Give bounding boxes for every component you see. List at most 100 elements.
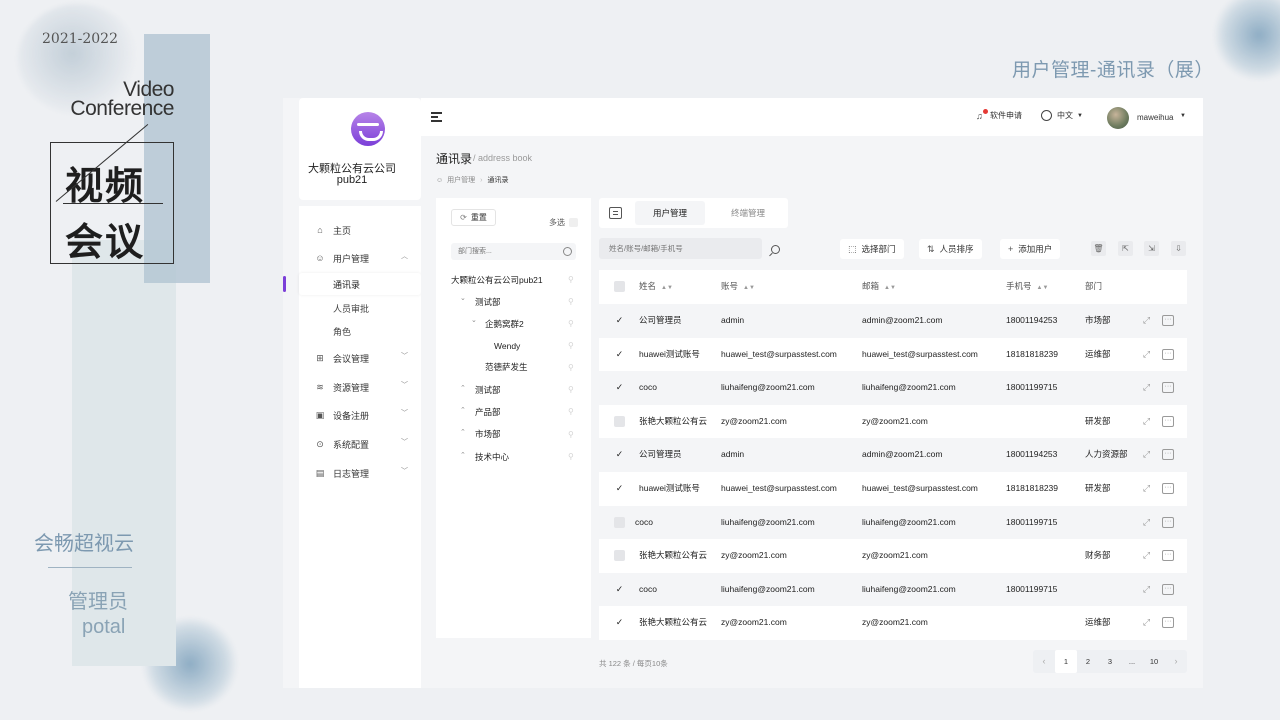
avatar[interactable] (1107, 107, 1129, 129)
table-row[interactable]: ✓ 公司管理员 admin admin@zoom21.com 18001194253 人力… (599, 438, 1187, 472)
more-actions-icon[interactable]: ··· (1162, 550, 1174, 562)
more-actions-icon[interactable]: ··· (1162, 315, 1174, 326)
software-apply-button[interactable]: ♫ 软件申请 (976, 108, 1022, 121)
row-checkbox-checked[interactable]: ✓ (614, 483, 625, 494)
tree-node[interactable]: 市场部 (475, 427, 501, 441)
expand-icon[interactable]: ⤢ (1141, 449, 1152, 460)
expand-icon[interactable]: ⤢ (1141, 382, 1152, 393)
list-view-icon[interactable] (609, 207, 622, 219)
select-department-button[interactable]: ⬚ 选择部门 (840, 239, 904, 259)
table-row[interactable]: ✓ coco liuhaifeng@zoom21.com liuhaifeng@zoo… (599, 371, 1187, 405)
next-page-icon[interactable]: › (1165, 650, 1187, 673)
tree-node[interactable]: 技术中心 (475, 450, 509, 464)
row-checkbox[interactable] (614, 550, 625, 562)
page-2[interactable]: 2 (1077, 650, 1099, 673)
chevron-up-icon[interactable]: ⌃ (460, 406, 466, 414)
sidebar-item-system[interactable]: ⊙ 系统配置 ﹀ (299, 433, 421, 455)
sidebar-item-home[interactable]: ⌂ 主页 (299, 219, 421, 241)
column-header-account[interactable]: 账号 ▲▼ (721, 270, 755, 302)
user-name[interactable]: maweihua (1137, 113, 1173, 122)
sidebar-item-meetings[interactable]: ⊞ 会议管理 ﹀ (299, 347, 421, 369)
sidebar-item-user-management[interactable]: ☺ 用户管理 ︿ (299, 247, 421, 269)
link-icon[interactable]: ⚲ (568, 431, 576, 439)
search-icon[interactable] (563, 247, 572, 256)
tree-node[interactable]: 测试部 (475, 295, 501, 309)
export-icon[interactable]: ⇱ (1118, 241, 1133, 256)
department-search-input[interactable] (451, 243, 576, 260)
menu-toggle-icon[interactable] (431, 112, 442, 122)
link-icon[interactable]: ⚲ (568, 298, 576, 306)
tree-node[interactable]: Wendy (494, 339, 520, 353)
table-row[interactable]: ✓ huawei测试账号 huawei_test@surpasstest.com hu… (599, 472, 1187, 506)
add-user-button[interactable]: + 添加用户 (1000, 239, 1061, 259)
tree-node[interactable]: 测试部 (475, 383, 501, 397)
search-button[interactable] (764, 239, 786, 259)
download-icon[interactable]: ⇩ (1171, 241, 1186, 256)
more-actions-icon[interactable]: ··· (1162, 483, 1174, 494)
more-actions-icon[interactable]: ··· (1162, 449, 1174, 461)
row-checkbox-checked[interactable]: ✓ (614, 617, 625, 628)
reset-button[interactable]: ⟳ 重置 (451, 209, 496, 226)
page-1[interactable]: 1 (1055, 650, 1077, 673)
more-actions-icon[interactable]: ··· (1162, 516, 1174, 528)
expand-icon[interactable]: ⤢ (1141, 617, 1152, 628)
row-checkbox-checked[interactable]: ✓ (614, 349, 625, 360)
row-checkbox-checked[interactable]: ✓ (614, 382, 625, 393)
expand-icon[interactable]: ⤢ (1141, 416, 1152, 427)
page-ellipsis[interactable]: ... (1121, 650, 1143, 673)
table-row[interactable]: ✓ 公司管理员 admin admin@zoom21.com 18001194253 市场… (599, 304, 1187, 338)
select-all-checkbox[interactable] (614, 281, 625, 292)
expand-icon[interactable]: ⤢ (1141, 517, 1152, 528)
row-checkbox-checked[interactable]: ✓ (614, 315, 625, 326)
table-row[interactable]: 张艳大颗粒公有云 zy@zoom21.com zy@zoom21.com 财务部 ⤢ ··… (599, 539, 1187, 573)
language-select[interactable]: 中文 ▼ (1041, 110, 1083, 121)
sidebar-item-resources[interactable]: ≋ 资源管理 ﹀ (299, 376, 421, 398)
link-icon[interactable]: ⚲ (568, 320, 576, 328)
sidebar-subitem-address-book[interactable]: 通讯录 (299, 273, 421, 295)
table-row[interactable]: coco liuhaifeng@zoom21.com liuhaifeng@zoom… (599, 505, 1187, 540)
page-10[interactable]: 10 (1143, 650, 1165, 673)
multi-select-checkbox[interactable] (569, 218, 578, 227)
link-icon[interactable]: ⚲ (568, 386, 576, 394)
breadcrumb-item[interactable]: 用户管理 (447, 175, 475, 185)
link-icon[interactable]: ⚲ (568, 364, 576, 372)
chevron-down-icon[interactable]: ⌄ (460, 294, 466, 302)
tab-terminal-management[interactable]: 终端管理 (713, 201, 783, 225)
tree-node[interactable]: 产品部 (475, 405, 501, 419)
more-actions-icon[interactable]: ··· (1162, 583, 1174, 595)
more-actions-icon[interactable]: ··· (1162, 382, 1174, 394)
expand-icon[interactable]: ⤢ (1141, 349, 1152, 360)
tab-user-management[interactable]: 用户管理 (635, 201, 705, 225)
sidebar-item-logs[interactable]: ▤ 日志管理 ﹀ (299, 462, 421, 484)
row-checkbox-checked[interactable]: ✓ (614, 584, 625, 595)
link-icon[interactable]: ⚲ (568, 453, 576, 461)
row-checkbox-checked[interactable]: ✓ (614, 449, 625, 460)
link-icon[interactable]: ⚲ (568, 342, 576, 350)
sidebar-subitem-approval[interactable]: 人员审批 (299, 297, 421, 319)
caret-down-icon[interactable]: ▼ (1180, 113, 1186, 119)
import-icon[interactable]: ⇲ (1144, 241, 1159, 256)
chevron-up-icon[interactable]: ⌃ (460, 451, 466, 459)
chevron-down-icon[interactable]: ⌄ (471, 316, 477, 324)
column-header-name[interactable]: 姓名 ▲▼ (639, 270, 673, 302)
chevron-up-icon[interactable]: ⌃ (460, 384, 466, 392)
table-row[interactable]: ✓ huawei测试账号 huawei_test@surpasstest.com hu… (599, 337, 1187, 372)
sidebar-subitem-roles[interactable]: 角色 (299, 320, 421, 342)
link-icon[interactable]: ⚲ (568, 276, 576, 284)
column-header-email[interactable]: 邮箱 ▲▼ (862, 270, 896, 302)
expand-icon[interactable]: ⤢ (1141, 483, 1152, 494)
expand-icon[interactable]: ⤢ (1141, 584, 1152, 595)
delete-icon[interactable]: 🗑 (1091, 241, 1106, 256)
more-actions-icon[interactable]: ··· (1162, 415, 1174, 427)
page-3[interactable]: 3 (1099, 650, 1121, 673)
more-actions-icon[interactable]: ··· (1162, 617, 1174, 629)
user-search-input[interactable] (599, 238, 762, 259)
sidebar-item-devices[interactable]: ▣ 设备注册 ﹀ (299, 404, 421, 426)
prev-page-icon[interactable]: ‹ (1033, 650, 1055, 673)
tree-node-root[interactable]: 大颗粒公有云公司pub21 (451, 273, 543, 287)
table-row[interactable]: ✓ 张艳大颗粒公有云 zy@zoom21.com zy@zoom21.com 运维部 ⤢ ·… (599, 606, 1187, 640)
row-checkbox[interactable] (614, 516, 625, 528)
row-checkbox[interactable] (614, 415, 625, 427)
tree-node[interactable]: 企鹅窝群2 (485, 317, 524, 331)
expand-icon[interactable]: ⤢ (1141, 315, 1152, 326)
